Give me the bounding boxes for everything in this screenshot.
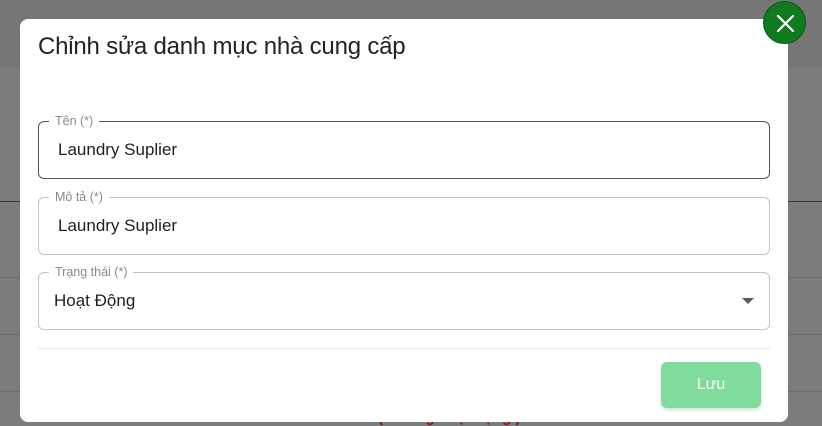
close-icon <box>776 14 795 33</box>
status-select[interactable]: Trạng thái (*) Hoạt Động <box>38 264 770 330</box>
description-field[interactable]: Mô tả (*) <box>38 189 770 255</box>
dialog-title: Chỉnh sửa danh mục nhà cung cấp <box>38 33 406 60</box>
save-button[interactable]: Lưu <box>661 362 761 408</box>
edit-supplier-category-dialog: Chỉnh sửa danh mục nhà cung cấp Tên (*) … <box>20 19 788 422</box>
status-selected-value: Hoạt Động <box>54 291 136 310</box>
name-input[interactable] <box>58 122 748 178</box>
description-input[interactable] <box>58 198 748 254</box>
name-field[interactable]: Tên (*) <box>38 113 770 179</box>
footer-divider <box>38 348 770 349</box>
chevron-down-icon <box>742 298 754 304</box>
close-button[interactable] <box>763 1 806 44</box>
